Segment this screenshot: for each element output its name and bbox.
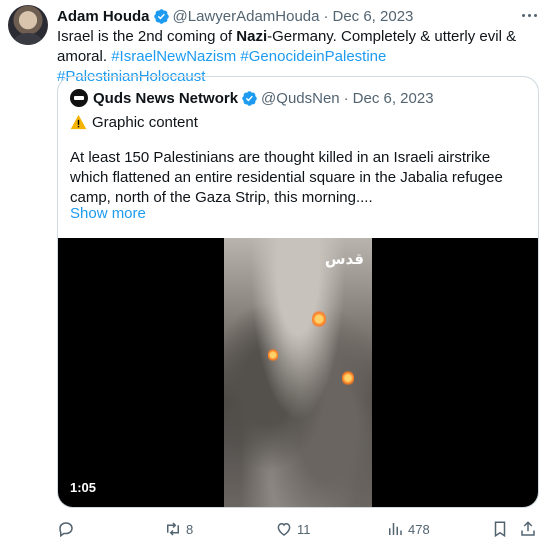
quoted-tweet[interactable]: Quds News Network @QudsNen · Dec 6, 2023…: [57, 76, 539, 508]
verified-badge-icon: [153, 8, 169, 24]
quoted-tweet-text: At least 150 Palestinians are thought ki…: [70, 149, 503, 206]
author-handle[interactable]: @LawyerAdamHouda: [173, 8, 320, 25]
hashtag-link[interactable]: #IsraelNewNazism: [111, 48, 236, 65]
reply-icon: [59, 522, 73, 538]
warning-icon: [70, 114, 87, 130]
video-watermark: قدس: [324, 251, 364, 268]
fire-detail: [312, 310, 326, 328]
quoted-author-avatar[interactable]: [70, 89, 88, 107]
hashtag-link[interactable]: #GenocideinPalestine: [240, 48, 386, 65]
content-warning: Graphic content: [70, 112, 198, 132]
share-icon: [521, 521, 535, 536]
video-player[interactable]: قدس 1:05: [58, 238, 538, 507]
heart-icon: [277, 522, 291, 536]
tweet-text-bold: Nazi: [236, 28, 268, 45]
retweet-count: 8: [186, 521, 194, 537]
retweet-button[interactable]: 8: [164, 518, 193, 540]
quoted-author-name[interactable]: Quds News Network: [93, 90, 238, 107]
show-more-link[interactable]: Show more: [70, 205, 146, 222]
bookmark-icon: [494, 521, 506, 538]
author-avatar[interactable]: [8, 5, 48, 45]
fire-detail: [342, 370, 354, 386]
author-name[interactable]: Adam Houda: [57, 8, 150, 25]
more-options-icon[interactable]: [518, 4, 540, 26]
tweet-actions: 8 11 478: [57, 518, 539, 540]
warning-label: Graphic content: [92, 113, 198, 131]
quoted-tweet-date[interactable]: Dec 6, 2023: [353, 90, 434, 107]
share-button[interactable]: [519, 518, 537, 540]
views-button[interactable]: 478: [386, 518, 430, 540]
views-bar-chart-icon: [389, 523, 402, 535]
tweet-text-part1: Israel is the 2nd coming of: [57, 28, 237, 45]
retweet-icon: [167, 522, 179, 536]
quoted-tweet-header: Quds News Network @QudsNen · Dec 6, 2023: [70, 88, 434, 108]
like-count: 11: [297, 521, 311, 537]
views-count: 478: [408, 521, 430, 537]
video-thumbnail[interactable]: قدس: [224, 238, 372, 507]
verified-badge-icon: [242, 90, 257, 106]
avatar-shoulder: [14, 33, 42, 45]
tweet-header: Adam Houda @LawyerAdamHouda · Dec 6, 202…: [57, 6, 413, 26]
header-separator: ·: [323, 7, 329, 25]
video-duration: 1:05: [70, 480, 97, 495]
tweet-date[interactable]: Dec 6, 2023: [332, 8, 413, 25]
like-button[interactable]: 11: [275, 518, 311, 540]
reply-button[interactable]: [57, 518, 75, 540]
bookmark-button[interactable]: [491, 518, 509, 540]
quoted-author-handle[interactable]: @QudsNen: [261, 90, 340, 107]
fire-detail: [268, 348, 278, 362]
quoted-header-separator: ·: [343, 89, 349, 107]
tweet[interactable]: Adam Houda @LawyerAdamHouda · Dec 6, 202…: [0, 0, 550, 543]
